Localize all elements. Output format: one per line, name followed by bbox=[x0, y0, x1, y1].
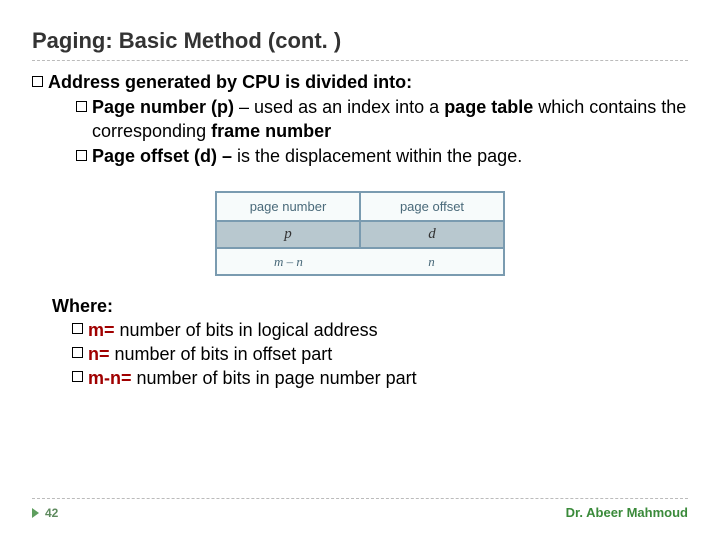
lead-word: Page bbox=[92, 97, 135, 117]
bullet-address: Address generated by CPU is divided into… bbox=[32, 71, 688, 169]
footer-divider bbox=[32, 498, 688, 499]
foot-n: n bbox=[360, 249, 503, 274]
bullet-text: Page number (p) – used as an index into … bbox=[92, 96, 688, 143]
text-seg: is the displacement within the page. bbox=[237, 146, 522, 166]
diagram-container: page number page offset p d m – n n bbox=[32, 191, 688, 276]
square-bullet-icon bbox=[32, 76, 43, 87]
diagram-footer-row: m – n n bbox=[217, 249, 503, 274]
text-seg: – used as an index into a bbox=[234, 97, 444, 117]
cell-d: d bbox=[361, 222, 503, 249]
cell-p: p bbox=[217, 222, 361, 249]
var-m: m= bbox=[88, 320, 120, 340]
bold-seg: offset (d) – bbox=[135, 146, 237, 166]
square-bullet-icon bbox=[76, 101, 87, 112]
diagram-header-row: page number page offset bbox=[217, 193, 503, 222]
var-n: n= bbox=[88, 344, 115, 364]
slide-container: Paging: Basic Method (cont. ) Address ge… bbox=[0, 0, 720, 540]
square-bullet-icon bbox=[72, 323, 83, 334]
bold-seg: page table bbox=[444, 97, 533, 117]
page-number: 42 bbox=[45, 506, 58, 520]
bold-seg: number (p) bbox=[135, 97, 234, 117]
bullet-text: Address generated by CPU is divided into… bbox=[48, 71, 688, 169]
sub-bullet-page-offset: Page offset (d) – is the displacement wi… bbox=[76, 145, 688, 168]
desc: number of bits in page number part bbox=[137, 368, 417, 388]
where-text: n= number of bits in offset part bbox=[88, 342, 332, 366]
header-page-number: page number bbox=[217, 193, 361, 222]
where-text: m= number of bits in logical address bbox=[88, 318, 378, 342]
slide-footer: 42 Dr. Abeer Mahmoud bbox=[32, 498, 688, 520]
bullet-text: Page offset (d) – is the displacement wi… bbox=[92, 145, 688, 168]
diagram-body-row: p d bbox=[217, 222, 503, 249]
where-item-m: m= number of bits in logical address bbox=[72, 318, 688, 342]
rest-text: generated by CPU is divided into: bbox=[120, 72, 412, 92]
content-block: Address generated by CPU is divided into… bbox=[32, 71, 688, 169]
square-bullet-icon bbox=[72, 347, 83, 358]
desc: number of bits in logical address bbox=[120, 320, 378, 340]
header-page-offset: page offset bbox=[361, 193, 503, 222]
where-label: Where: bbox=[52, 294, 688, 318]
desc: number of bits in offset part bbox=[115, 344, 333, 364]
page-number-block: 42 bbox=[32, 506, 58, 520]
var-m-n: m-n= bbox=[88, 368, 137, 388]
lead-word: Page bbox=[92, 146, 135, 166]
foot-m-n: m – n bbox=[217, 249, 360, 274]
sub-bullet-page-number: Page number (p) – used as an index into … bbox=[76, 96, 688, 143]
bold-seg: frame number bbox=[211, 121, 331, 141]
triangle-icon bbox=[32, 508, 39, 518]
where-text: m-n= number of bits in page number part bbox=[88, 366, 417, 390]
author-name: Dr. Abeer Mahmoud bbox=[566, 505, 688, 520]
lead-word: Address bbox=[48, 72, 120, 92]
address-diagram: page number page offset p d m – n n bbox=[215, 191, 505, 276]
where-item-m-n: m-n= number of bits in page number part bbox=[72, 366, 688, 390]
slide-title: Paging: Basic Method (cont. ) bbox=[32, 28, 688, 54]
footer-row: 42 Dr. Abeer Mahmoud bbox=[32, 505, 688, 520]
square-bullet-icon bbox=[76, 150, 87, 161]
square-bullet-icon bbox=[72, 371, 83, 382]
title-divider bbox=[32, 60, 688, 61]
where-item-n: n= number of bits in offset part bbox=[72, 342, 688, 366]
where-block: Where: m= number of bits in logical addr… bbox=[52, 294, 688, 391]
